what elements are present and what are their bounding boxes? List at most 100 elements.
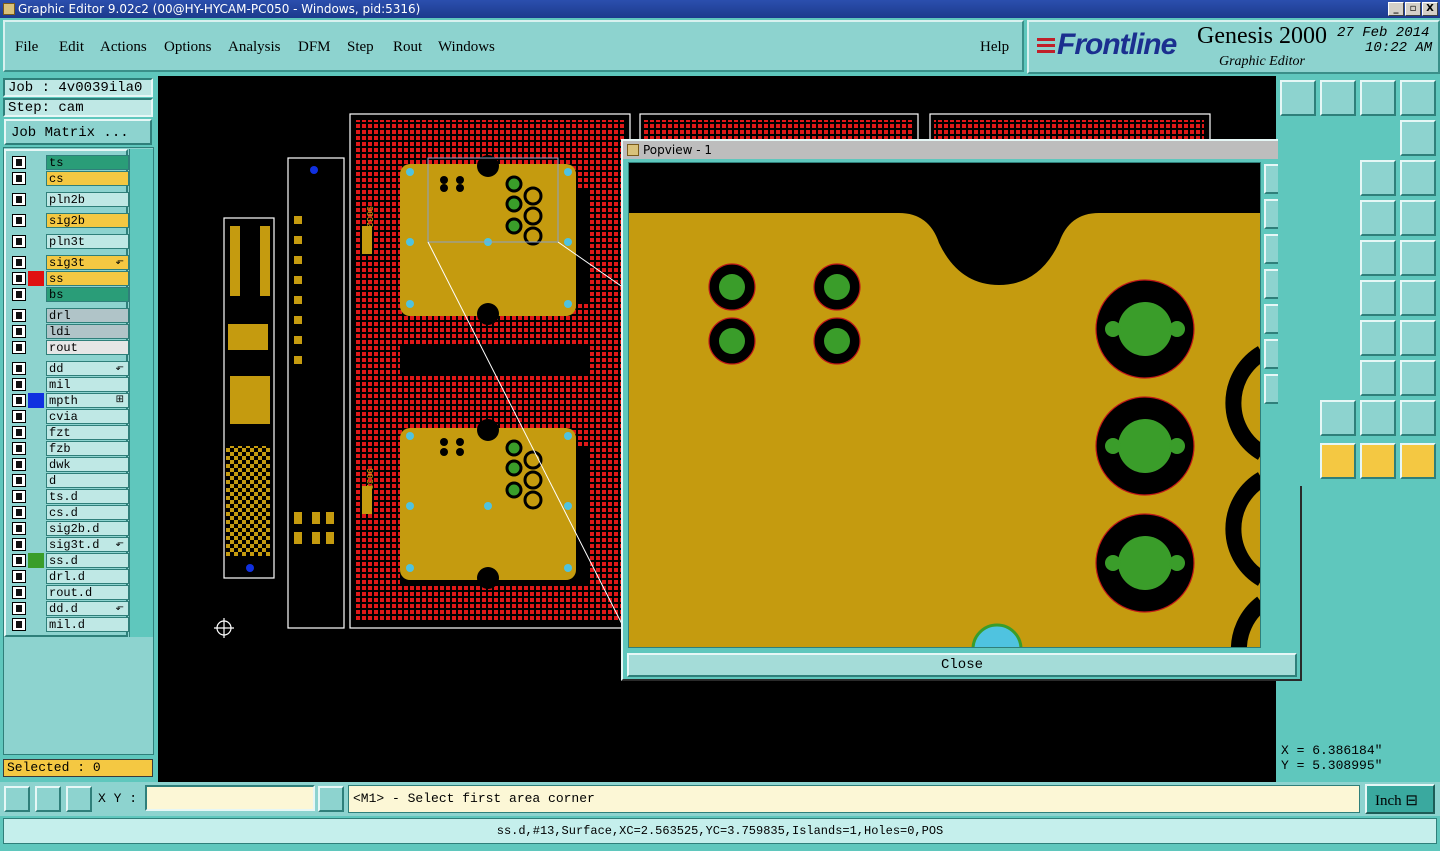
layer-checkbox[interactable]	[12, 618, 26, 631]
layer-name[interactable]: dd.d ⬐	[46, 601, 129, 616]
tool-connect-icon[interactable]	[1400, 443, 1436, 479]
menu-options[interactable]: Options	[164, 39, 212, 56]
layer-checkbox[interactable]	[12, 458, 26, 471]
layer-checkbox[interactable]	[12, 378, 26, 391]
layer-color-swatch[interactable]	[28, 361, 44, 376]
tool-layer-blue-icon[interactable]	[1360, 200, 1396, 236]
layer-checkbox[interactable]	[12, 214, 26, 227]
menu-windows[interactable]: Windows	[438, 39, 495, 56]
layer-name[interactable]: cs	[46, 171, 129, 186]
layer-name[interactable]: ss	[46, 271, 129, 286]
tool-open-icon[interactable]	[1280, 80, 1316, 116]
layer-checkbox[interactable]	[12, 410, 26, 423]
layer-row-cs[interactable]: cs	[10, 171, 129, 186]
layer-color-swatch[interactable]	[28, 441, 44, 456]
layer-name[interactable]: fzt	[46, 425, 129, 440]
layer-checkbox[interactable]	[12, 490, 26, 503]
layer-color-swatch[interactable]	[28, 287, 44, 302]
zoom-area-icon[interactable]	[4, 786, 30, 812]
layer-row-dwk[interactable]: dwk	[10, 457, 129, 472]
layer-color-swatch[interactable]	[28, 425, 44, 440]
menu-dfm[interactable]: DFM	[298, 39, 331, 56]
layer-row-ss[interactable]: ss	[10, 271, 129, 286]
measure-tool-icon[interactable]	[35, 786, 61, 812]
layer-name[interactable]: sig3t ⬐	[46, 255, 129, 270]
layer-row-sig3t-d[interactable]: sig3t.d ⬐	[10, 537, 129, 552]
layer-name[interactable]: mpth ⊞	[46, 393, 129, 408]
layer-checkbox[interactable]	[12, 394, 26, 407]
alert-icon[interactable]	[318, 786, 344, 812]
layer-row-mpth[interactable]: mpth ⊞	[10, 393, 129, 408]
popview-title-bar[interactable]: Popview - 1 ×	[623, 141, 1300, 159]
layer-row-bs[interactable]: bs	[10, 287, 129, 302]
layer-name[interactable]: cs.d	[46, 505, 129, 520]
menu-step[interactable]: Step	[347, 39, 374, 56]
tool-route-alt-icon[interactable]	[1320, 400, 1356, 436]
tool-home-icon[interactable]	[1360, 80, 1396, 116]
layer-row-ts-d[interactable]: ts.d	[10, 489, 129, 504]
layer-name[interactable]: dwk	[46, 457, 129, 472]
layer-row-drl[interactable]: drl	[10, 308, 129, 323]
layer-name[interactable]: ss.d	[46, 553, 129, 568]
layer-name[interactable]: sig2b	[46, 213, 129, 228]
tool-snap-icon[interactable]	[1400, 120, 1436, 156]
layer-row-ts[interactable]: ts	[10, 155, 129, 170]
layer-name[interactable]: ts.d	[46, 489, 129, 504]
tool-pad-icon[interactable]	[1400, 360, 1436, 396]
layer-name[interactable]: dd ⬐	[46, 361, 129, 376]
layer-checkbox[interactable]	[12, 362, 26, 375]
layer-color-swatch[interactable]	[28, 377, 44, 392]
layer-name[interactable]: mil	[46, 377, 129, 392]
layer-row-sig3t[interactable]: sig3t ⬐	[10, 255, 129, 270]
layer-row-pln3t[interactable]: pln3t	[10, 234, 129, 249]
layer-checkbox[interactable]	[12, 325, 26, 338]
layer-name[interactable]: rout	[46, 340, 129, 355]
layer-checkbox[interactable]	[12, 426, 26, 439]
tool-fill-icon[interactable]	[1400, 400, 1436, 436]
xy-input[interactable]	[145, 785, 315, 811]
tool-save-icon[interactable]	[1320, 80, 1356, 116]
minimize-button[interactable]: _	[1388, 2, 1404, 16]
layer-color-swatch[interactable]	[28, 585, 44, 600]
layer-checkbox[interactable]	[12, 506, 26, 519]
tool-copper-icon[interactable]	[1400, 320, 1436, 356]
tool-scale-icon[interactable]	[1360, 160, 1396, 196]
layer-row-rout[interactable]: rout	[10, 340, 129, 355]
layer-checkbox[interactable]	[12, 522, 26, 535]
layer-row-cs-d[interactable]: cs.d	[10, 505, 129, 520]
layer-name[interactable]: ldi	[46, 324, 129, 339]
layer-checkbox[interactable]	[12, 272, 26, 285]
tool-pointer-icon[interactable]	[1360, 443, 1396, 479]
job-matrix-button[interactable]: Job Matrix ...	[4, 119, 152, 145]
layer-color-swatch[interactable]	[28, 234, 44, 249]
tool-arc-icon[interactable]	[1360, 320, 1396, 356]
tool-pointer-alt-icon[interactable]	[1320, 443, 1356, 479]
layer-row-pln2b[interactable]: pln2b	[10, 192, 129, 207]
layer-color-swatch[interactable]	[28, 271, 44, 286]
layer-row-mil[interactable]: mil	[10, 377, 129, 392]
layer-name[interactable]: pln3t	[46, 234, 129, 249]
layer-row-dd[interactable]: dd ⬐	[10, 361, 129, 376]
layer-checkbox[interactable]	[12, 193, 26, 206]
layer-color-swatch[interactable]	[28, 505, 44, 520]
layer-checkbox[interactable]	[12, 288, 26, 301]
layer-row-ldi[interactable]: ldi	[10, 324, 129, 339]
layer-color-swatch[interactable]	[28, 324, 44, 339]
layer-checkbox[interactable]	[12, 538, 26, 551]
layer-color-swatch[interactable]	[28, 537, 44, 552]
layer-color-swatch[interactable]	[28, 521, 44, 536]
tool-line-icon[interactable]	[1360, 280, 1396, 316]
layer-color-swatch[interactable]	[28, 340, 44, 355]
layer-checkbox[interactable]	[12, 341, 26, 354]
maximize-button[interactable]: ▫	[1405, 2, 1421, 16]
layer-color-swatch[interactable]	[28, 457, 44, 472]
tool-ruler-icon[interactable]	[1360, 240, 1396, 276]
popview-close-button[interactable]: Close	[627, 653, 1297, 677]
layer-name[interactable]: drl	[46, 308, 129, 323]
close-window-button[interactable]: X	[1422, 2, 1438, 16]
popview-canvas[interactable]	[628, 162, 1261, 648]
tool-move-icon[interactable]	[1400, 280, 1436, 316]
layer-color-swatch[interactable]	[28, 569, 44, 584]
layer-name[interactable]: sig3t.d ⬐	[46, 537, 129, 552]
layer-checkbox[interactable]	[12, 156, 26, 169]
